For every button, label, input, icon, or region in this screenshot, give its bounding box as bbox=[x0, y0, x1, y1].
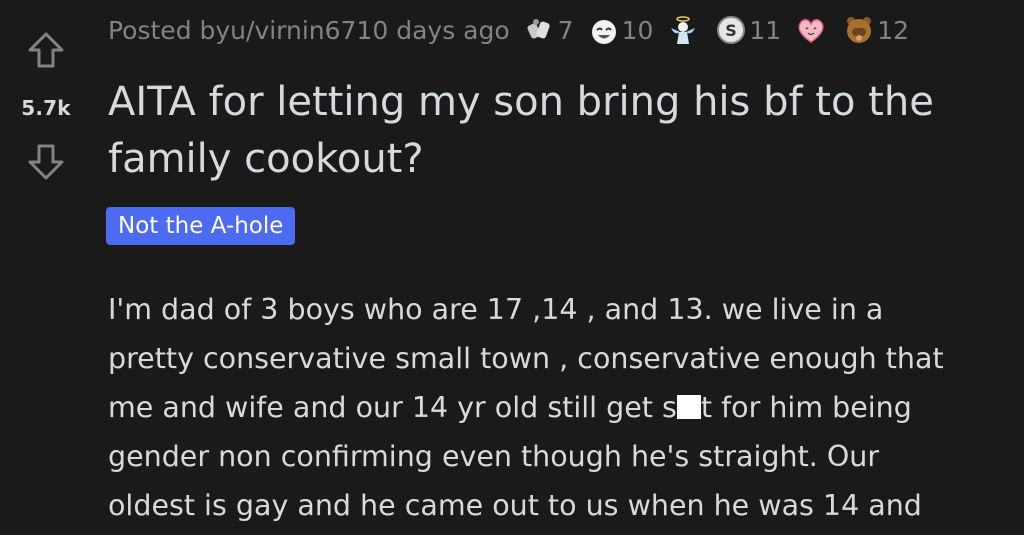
award-count: 7 bbox=[557, 15, 574, 45]
body-line: I'm dad of 3 boys who are 17 ,14 , and 1… bbox=[108, 293, 884, 326]
body-line-segment: t for him being bbox=[700, 391, 912, 424]
post-meta: Posted by u/virnin67 10 days ago 7 10 S … bbox=[108, 10, 909, 50]
award-3[interactable] bbox=[667, 14, 701, 46]
body-line: pretty conservative small town , conserv… bbox=[108, 342, 944, 375]
post-title[interactable]: AITA for letting my son bring his bf to … bbox=[108, 74, 1008, 188]
award-count: 10 bbox=[621, 15, 654, 45]
award-5[interactable] bbox=[795, 14, 829, 46]
vote-column: 5.7k bbox=[0, 24, 92, 188]
body-line: gender non confirming even though he's s… bbox=[108, 440, 880, 473]
posted-by-label: Posted by bbox=[108, 15, 231, 45]
body-line: oldest is gay and he came out to us when… bbox=[108, 489, 922, 522]
laughing-face-icon bbox=[591, 20, 616, 44]
heart-face-icon bbox=[798, 19, 824, 43]
author-link[interactable]: u/virnin67 bbox=[230, 16, 356, 45]
svg-text:S: S bbox=[726, 21, 738, 40]
award-6[interactable]: 12 bbox=[843, 14, 909, 46]
facepalm-bear-icon bbox=[847, 17, 872, 43]
body-line-segment: me and wife and our 14 yr old still get … bbox=[108, 391, 677, 424]
wholesome-seal-icon bbox=[527, 19, 550, 39]
upvote-button[interactable] bbox=[20, 24, 72, 76]
angel-icon bbox=[671, 16, 696, 44]
award-count: 11 bbox=[749, 15, 782, 45]
post-age: 10 days ago bbox=[356, 15, 510, 45]
post-body: I'm dad of 3 boys who are 17 ,14 , and 1… bbox=[108, 285, 1013, 530]
award-2[interactable]: 10 bbox=[588, 14, 654, 46]
award-1[interactable]: 7 bbox=[524, 14, 574, 46]
post-flair[interactable]: Not the A-hole bbox=[106, 207, 296, 245]
vote-score: 5.7k bbox=[21, 96, 71, 120]
body-line: me and wife and our 14 yr old still get … bbox=[108, 383, 1013, 432]
downvote-button[interactable] bbox=[20, 136, 72, 188]
redaction-block bbox=[676, 395, 701, 419]
award-count: 12 bbox=[877, 15, 910, 45]
award-4[interactable]: S 11 bbox=[715, 14, 781, 46]
upvote-arrow-icon bbox=[28, 32, 64, 68]
silver-coin-icon: S bbox=[717, 16, 746, 44]
downvote-arrow-icon bbox=[28, 144, 64, 180]
